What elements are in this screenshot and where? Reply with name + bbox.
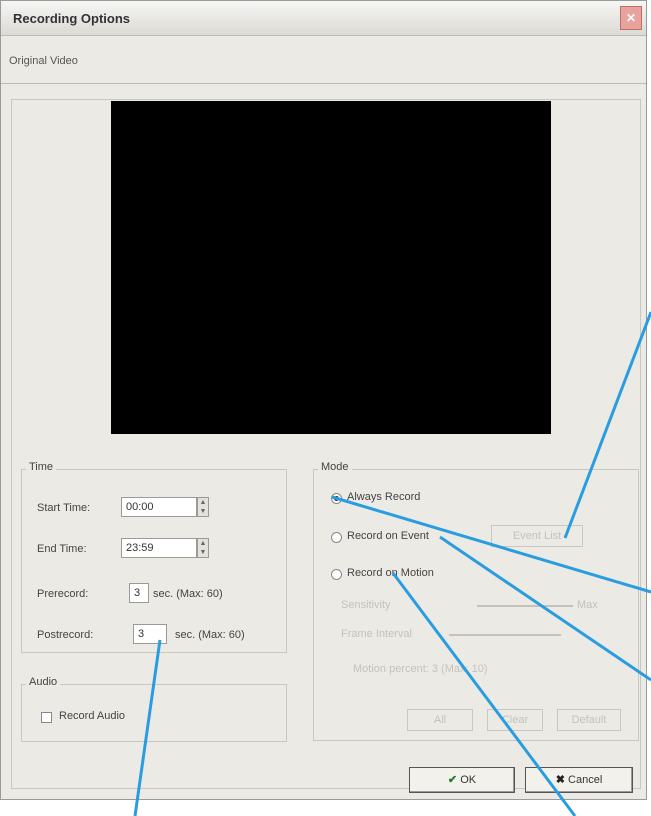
annotation-line-postrecord <box>133 639 162 816</box>
annotation-overlay <box>133 311 651 816</box>
annotation-line-record-on-event <box>439 535 651 682</box>
annotation-line-always-record <box>331 495 651 594</box>
annotation-line-event-list <box>563 311 651 539</box>
